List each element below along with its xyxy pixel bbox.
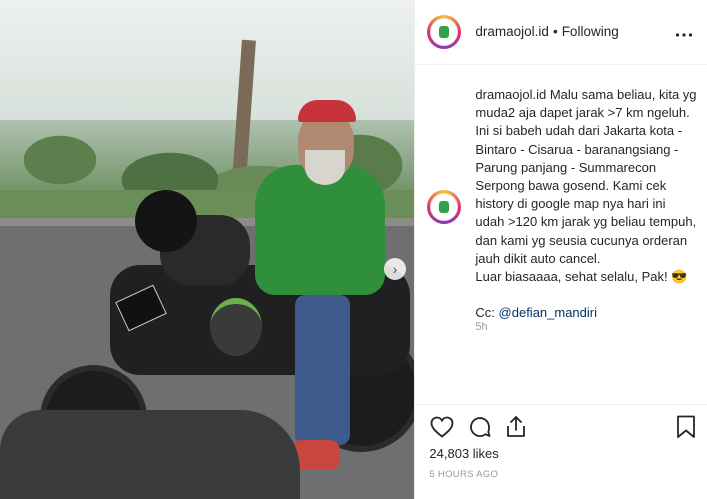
photo-black-helmet [135,190,197,252]
photo-foreground-motorcycle [0,410,300,499]
post-timestamp[interactable]: 5 HOURS AGO [429,469,498,480]
instagram-post: › dramaojol.id • Following dramaojol.id Ma… [0,0,707,499]
heart-icon[interactable] [429,414,455,440]
caption-username[interactable]: dramaojol.id [475,87,546,102]
logo-icon [439,201,450,213]
header-separator: • [552,24,558,39]
caption-text: Malu sama beliau, kita yg muda2 aja dape… [475,87,697,321]
post-actions [429,414,697,444]
header-title: dramaojol.id • Following [475,24,618,39]
more-options-icon[interactable] [675,22,693,43]
photo-rider-beard [305,150,345,185]
caption-age: 5h [475,321,488,333]
caption-avatar[interactable] [427,190,462,224]
header-username[interactable]: dramaojol.id [475,24,549,39]
caption-mention-link[interactable]: @defian_mandiri [499,305,597,320]
post-side-panel: dramaojol.id • Following dramaojol.id Malu… [414,0,707,499]
share-icon[interactable] [503,414,529,440]
photo-rider-jeans [295,295,350,445]
avatar-logo [430,18,459,46]
chevron-right-icon: › [392,261,398,277]
actions-divider [415,404,707,405]
likes-count[interactable]: 24,803 likes [429,446,498,461]
post-header: dramaojol.id • Following [415,0,707,65]
logo-icon [439,26,450,38]
header-avatar[interactable] [427,15,462,49]
comment-icon[interactable] [467,414,493,440]
post-photo[interactable]: › [0,0,415,499]
photo-green-helmet [210,298,262,356]
post-caption: dramaojol.id Malu sama beliau, kita yg m… [475,86,697,323]
photo-rider-cap [298,100,356,122]
next-image-button[interactable]: › [384,258,406,280]
bookmark-icon[interactable] [673,414,699,440]
following-button[interactable]: Following [562,24,619,39]
avatar-logo [430,193,459,221]
